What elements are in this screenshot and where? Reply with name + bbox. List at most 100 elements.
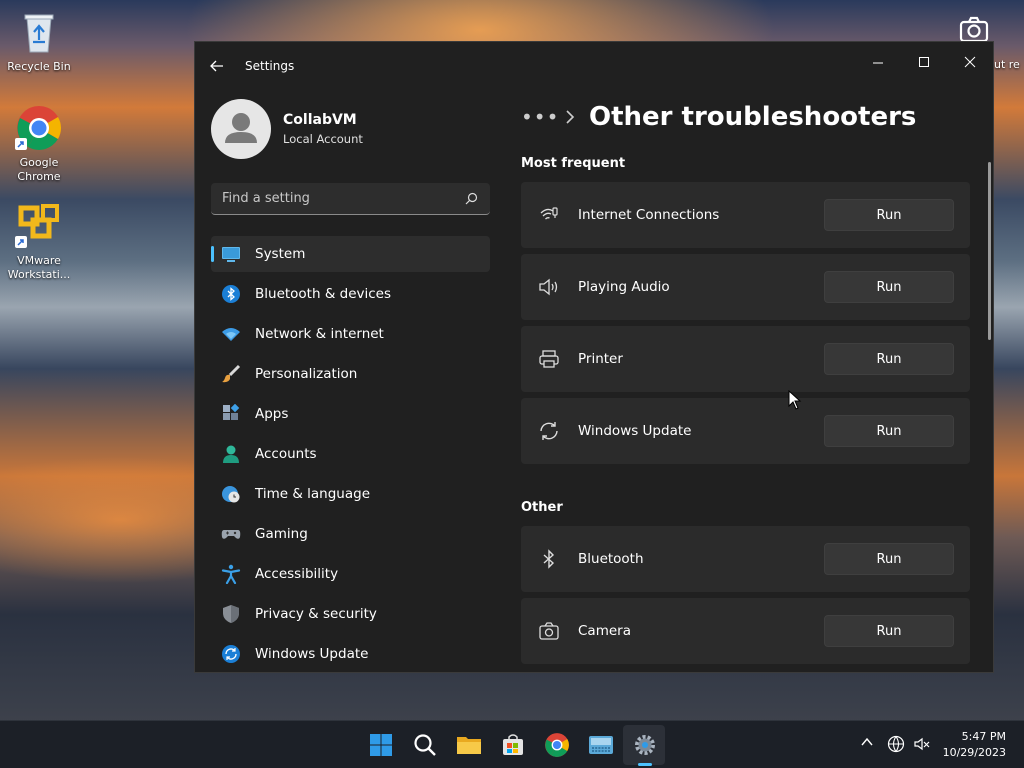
desktop-icon-label-partial: ut re [994,58,1020,71]
sidebar-item-label: Bluetooth & devices [255,286,392,302]
sidebar-item-label: Windows Update [255,646,369,662]
search-input[interactable] [211,183,451,214]
start-icon[interactable] [367,731,395,759]
apps-icon [221,404,241,424]
sidebar-item-label: Accessibility [255,566,339,582]
minimize-button[interactable] [855,46,901,78]
mouse-cursor-icon [788,390,802,410]
profile-name: CollabVM [283,112,357,128]
chevron-up-icon[interactable] [860,735,874,749]
troubleshooter-label: Internet Connections [578,207,720,223]
troubleshooter-windows-update: Windows Update Run [521,398,970,464]
keyboard-app-icon[interactable] [587,731,615,759]
run-button[interactable]: Run [824,615,954,647]
run-button[interactable]: Run [824,271,954,303]
file-explorer-icon[interactable] [455,731,483,759]
sidebar-item-label: Apps [255,406,289,422]
taskbar: 5:47 PM 10/29/2023 [0,720,1024,768]
clock-time: 5:47 PM [961,730,1006,743]
user-profile[interactable]: CollabVM Local Account [211,99,363,159]
sidebar-item-time-language[interactable]: Time & language [211,476,490,512]
accessibility-icon [221,564,241,584]
minimize-icon [873,62,883,64]
sidebar-item-accounts[interactable]: Accounts [211,436,490,472]
troubleshooter-label: Playing Audio [578,279,670,295]
shortcut-arrow-icon [15,236,27,248]
sidebar-item-privacy-security[interactable]: Privacy & security [211,596,490,632]
troubleshooter-camera: Camera Run [521,598,970,664]
brush-icon [221,364,241,384]
wifi-icon [538,204,560,226]
shield-icon [221,604,241,624]
settings-icon[interactable] [631,731,659,759]
camera-icon [538,620,560,642]
breadcrumb-more-button[interactable]: ••• [521,105,558,129]
title-bar: Settings [195,42,993,90]
sidebar-item-network[interactable]: Network & internet [211,316,490,352]
maximize-button[interactable] [901,46,947,78]
troubleshooter-printer: Printer Run [521,326,970,392]
clock-date: 10/29/2023 [942,746,1006,759]
search-icon[interactable] [465,192,478,205]
settings-window: Settings CollabVM Local Account Find a s… [194,41,994,673]
troubleshooter-label: Bluetooth [578,551,644,567]
troubleshooter-internet-connections: Internet Connections Run [521,182,970,248]
run-button[interactable]: Run [824,199,954,231]
desktop-icon-vmware[interactable]: VMware Workstati... [1,202,77,282]
globe-clock-icon [221,484,241,504]
sidebar-item-label: Accounts [255,446,317,462]
page-title: Other troubleshooters [589,102,917,132]
run-button[interactable]: Run [824,343,954,375]
desktop-icon-recycle-bin[interactable]: Recycle Bin [1,8,77,74]
sidebar-item-accessibility[interactable]: Accessibility [211,556,490,592]
bluetooth-icon [221,284,241,304]
breadcrumb: ••• Other troubleshooters [521,102,916,132]
system-clock[interactable]: 5:47 PM 10/29/2023 [943,729,1006,761]
printer-icon [538,348,560,370]
sidebar-item-windows-update[interactable]: Windows Update [211,636,490,672]
sidebar-item-personalization[interactable]: Personalization [211,356,490,392]
run-button[interactable]: Run [824,415,954,447]
section-heading-other: Other [521,500,563,515]
troubleshooter-label: Windows Update [578,423,692,439]
close-button[interactable] [947,46,993,78]
store-icon[interactable] [499,731,527,759]
speaker-icon [538,276,560,298]
troubleshooter-label: Camera [578,623,631,639]
profile-account-type: Local Account [283,132,363,146]
sidebar-item-label: Personalization [255,366,358,382]
user-icon [225,113,257,143]
system-icon [221,244,241,264]
back-arrow-icon[interactable] [207,56,227,76]
sidebar-item-label: Privacy & security [255,606,377,622]
search-icon[interactable] [411,731,439,759]
bluetooth-icon [538,548,560,570]
maximize-icon [919,57,929,67]
desktop-icon-label: Recycle Bin [7,60,71,73]
avatar [211,99,271,159]
desktop-icon-chrome[interactable]: Google Chrome [1,104,77,184]
active-app-indicator [638,763,652,766]
sidebar-item-gaming[interactable]: Gaming [211,516,490,552]
sidebar-item-label: Time & language [255,486,371,502]
sidebar-item-bluetooth[interactable]: Bluetooth & devices [211,276,490,312]
volume-muted-icon[interactable] [913,735,931,753]
recycle-bin-icon [24,14,54,53]
close-icon [964,56,976,68]
network-globe-icon[interactable] [887,735,905,753]
accounts-icon [221,444,241,464]
gamepad-icon [221,524,241,544]
section-heading-most-frequent: Most frequent [521,156,626,171]
run-button[interactable]: Run [824,543,954,575]
sidebar-item-apps[interactable]: Apps [211,396,490,432]
sidebar-item-label: Network & internet [255,326,384,342]
troubleshooter-label: Printer [578,351,623,367]
scrollbar[interactable] [988,162,991,340]
chrome-icon[interactable] [543,731,571,759]
sidebar-item-system[interactable]: System [211,236,490,272]
search-box[interactable] [211,183,490,215]
shortcut-arrow-icon [15,138,27,150]
window-title: Settings [245,59,295,73]
troubleshooter-playing-audio: Playing Audio Run [521,254,970,320]
sidebar-item-label: System [255,246,306,262]
